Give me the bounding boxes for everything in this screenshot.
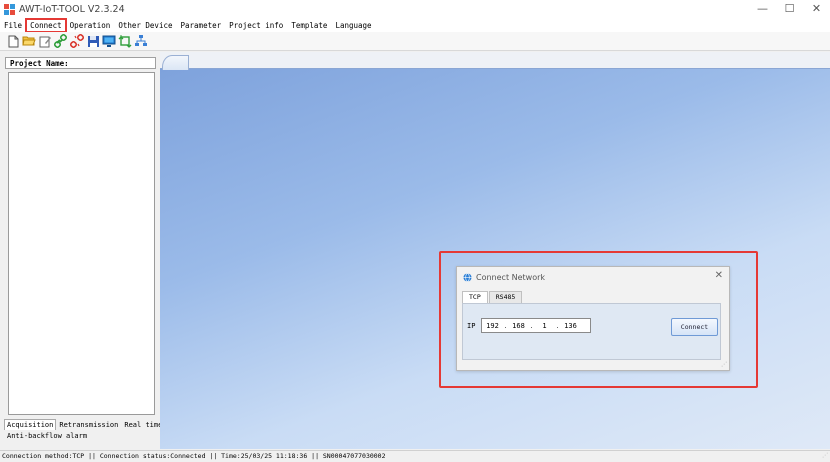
toolbar (0, 32, 830, 51)
link-icon[interactable] (54, 34, 68, 48)
document-tab[interactable] (162, 55, 189, 70)
title-bar: AWT-IoT-TOOL V2.3.24 — ☐ ✕ (0, 0, 830, 18)
ip-octet-3[interactable]: 1 (534, 322, 555, 330)
dialog-close-button[interactable]: ✕ (715, 270, 723, 281)
project-panel: Project Name: Acquisition Retransmission… (4, 56, 162, 448)
menu-bar: File Connect Operation Other Device Para… (0, 17, 830, 33)
tab-retransmission[interactable]: Retransmission (56, 419, 121, 430)
connect-button[interactable]: Connect (671, 318, 718, 336)
main-area (160, 52, 830, 449)
left-tabs: Acquisition Retransmission Real time Ant… (4, 419, 162, 441)
menu-language[interactable]: Language (331, 19, 375, 32)
project-tree[interactable] (8, 72, 155, 415)
menu-operation[interactable]: Operation (66, 19, 115, 32)
globe-icon (463, 272, 472, 282)
minimize-button[interactable]: — (749, 0, 776, 18)
dialog-title: Connect Network (476, 272, 546, 282)
ip-octet-4[interactable]: 136 (560, 322, 581, 330)
resize-grip-icon[interactable]: ⋰ (721, 362, 727, 368)
menu-connect[interactable]: Connect (25, 17, 67, 33)
tab-real-time[interactable]: Real time (121, 419, 165, 430)
ip-address-field[interactable]: 192 . 168 . 1 . 136 (481, 318, 591, 333)
menu-other-device[interactable]: Other Device (114, 19, 176, 32)
maximize-button[interactable]: ☐ (776, 0, 803, 18)
open-folder-icon[interactable] (22, 34, 36, 48)
tab-acquisition[interactable]: Acquisition (4, 419, 57, 430)
tcp-panel: IP 192 . 168 . 1 . 136 Connect (462, 303, 721, 360)
window-resize-grip-icon[interactable]: ⋰ (822, 452, 828, 459)
close-window-button[interactable]: ✕ (803, 0, 830, 18)
transfer-icon[interactable] (118, 34, 132, 48)
monitor-icon[interactable] (102, 34, 116, 48)
window-title: AWT-IoT-TOOL V2.3.24 (19, 3, 125, 15)
tab-tcp[interactable]: TCP (462, 291, 488, 303)
ip-label: IP (467, 322, 476, 330)
project-name-label: Project Name: (5, 57, 156, 69)
network-icon[interactable] (134, 34, 148, 48)
tab-anti-backflow-alarm[interactable]: Anti-backflow alarm (4, 430, 90, 441)
app-icon (4, 3, 15, 15)
edit-icon[interactable] (38, 34, 52, 48)
dialog-tabs: TCP RS485 (462, 291, 523, 303)
tab-rs485[interactable]: RS485 (488, 291, 523, 303)
window-controls: — ☐ ✕ (749, 0, 830, 18)
new-file-icon[interactable] (6, 34, 20, 48)
unlink-icon[interactable] (70, 34, 84, 48)
menu-file[interactable]: File (0, 19, 26, 32)
mdi-workspace (160, 68, 830, 449)
menu-project-info[interactable]: Project info (225, 19, 287, 32)
menu-parameter[interactable]: Parameter (177, 19, 226, 32)
ip-octet-2[interactable]: 168 (508, 322, 529, 330)
menu-template[interactable]: Template (287, 19, 331, 32)
status-bar: Connection method:TCP || Connection stat… (0, 450, 830, 462)
dialog-title-bar: Connect Network ✕ (457, 267, 729, 287)
ip-octet-1[interactable]: 192 (482, 322, 503, 330)
connect-network-dialog: Connect Network ✕ TCP RS485 IP 192 . 168… (456, 266, 730, 371)
save-icon[interactable] (86, 34, 100, 48)
